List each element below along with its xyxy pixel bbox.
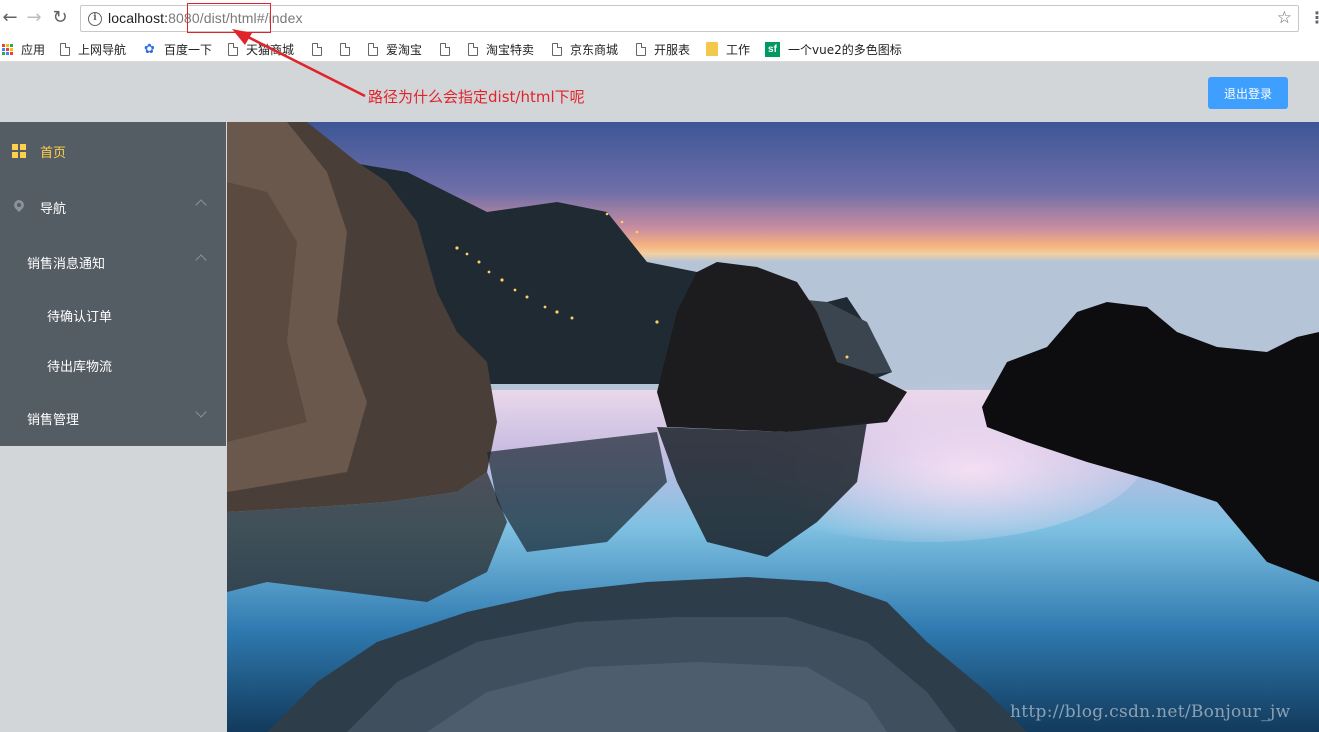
bookmark-label: 京东商城 [570,42,619,57]
sidebar-item-sales-notifications[interactable]: 销售消息通知 [0,251,226,273]
sidebar-item-label: 销售消息通知 [27,256,106,272]
back-arrow-icon[interactable]: ← [0,8,20,28]
forward-arrow-icon[interactable]: → [24,8,44,28]
page-icon [440,42,450,56]
sidebar-item-sales-management[interactable]: 销售管理 [0,406,226,429]
bookmark-folder[interactable]: 工作 [706,40,750,58]
bookmark-apps[interactable]: 应用 [2,40,45,58]
sidebar-item-navigation[interactable]: 导航 [0,196,226,218]
bookmark-label: 百度一下 [164,42,213,57]
reload-icon[interactable]: ↻ [50,8,70,28]
chevron-up-icon [195,199,207,211]
baidu-paw-icon: ✿ [144,41,155,57]
bookmark-item[interactable]: 天猫商城 [228,40,294,58]
logout-button[interactable]: 退出登录 [1208,77,1288,109]
bookmark-item[interactable]: 上网导航 [60,40,126,58]
sf-icon: sf [765,41,780,57]
main-content [227,122,1319,732]
sidebar-item-home[interactable]: 首页 [0,140,226,162]
sidebar-item-pending-orders[interactable]: 待确认订单 [0,304,226,326]
bookmark-item[interactable] [312,40,330,58]
url-host: localhost: [108,10,169,26]
page-icon [228,42,238,56]
bookmark-label: 应用 [21,42,46,57]
browser-menu-icon[interactable]: ⋮ [1309,9,1319,29]
bookmark-label: 工作 [726,42,751,57]
page-icon [60,42,70,56]
watermark-text: http://blog.csdn.net/Bonjour_jw [1010,702,1291,722]
bookmark-star-icon[interactable]: ☆ [1277,8,1292,28]
bookmark-label: 天猫商城 [246,42,295,57]
annotation-text: 路径为什么会指定dist/html下呢 [368,88,585,106]
bookmarks-bar: 应用 上网导航 ✿ 百度一下 天猫商城 爱淘宝 淘宝特卖 京东商城 开服表 工作 [0,36,1319,62]
sidebar-item-label: 首页 [40,145,67,161]
bookmark-item[interactable]: ✿ 百度一下 [143,40,212,58]
bookmark-label: 淘宝特卖 [486,42,535,57]
sidebar-menu: 首页 导航 销售消息通知 待确认订单 待出库物流 销售管理 [0,122,226,446]
info-icon[interactable]: i [88,12,102,26]
bookmark-item[interactable] [340,40,358,58]
sidebar-item-pending-shipments[interactable]: 待出库物流 [0,354,226,376]
grid-icon [12,144,26,158]
sidebar-item-label: 导航 [40,201,67,217]
chevron-up-icon [195,254,207,266]
bookmark-item[interactable] [440,40,458,58]
app-header [0,62,1319,122]
sidebar-item-label: 销售管理 [27,412,80,428]
bookmark-label: 上网导航 [78,42,127,57]
annotation-highlight-box [187,3,271,33]
bookmark-label: 爱淘宝 [386,42,423,57]
page-icon [552,42,562,56]
bookmark-label: 开服表 [654,42,691,57]
bookmark-label: 一个vue2的多色图标 [788,42,902,57]
page-icon [368,42,378,56]
sidebar-item-label: 待出库物流 [47,359,113,375]
location-pin-icon [12,200,26,214]
landscape-photo [227,122,1319,732]
page-icon [468,42,478,56]
folder-icon [706,42,718,56]
chevron-down-icon [195,406,207,418]
bookmark-item[interactable]: 淘宝特卖 [468,40,534,58]
sidebar-item-label: 待确认订单 [47,309,113,325]
page-icon [340,42,350,56]
bookmark-item[interactable]: sf 一个vue2的多色图标 [765,40,902,58]
bookmark-item[interactable]: 京东商城 [552,40,618,58]
bookmark-item[interactable]: 开服表 [636,40,690,58]
page-icon [312,42,322,56]
bookmark-item[interactable]: 爱淘宝 [368,40,422,58]
page-icon [636,42,646,56]
apps-grid-icon [2,43,13,55]
